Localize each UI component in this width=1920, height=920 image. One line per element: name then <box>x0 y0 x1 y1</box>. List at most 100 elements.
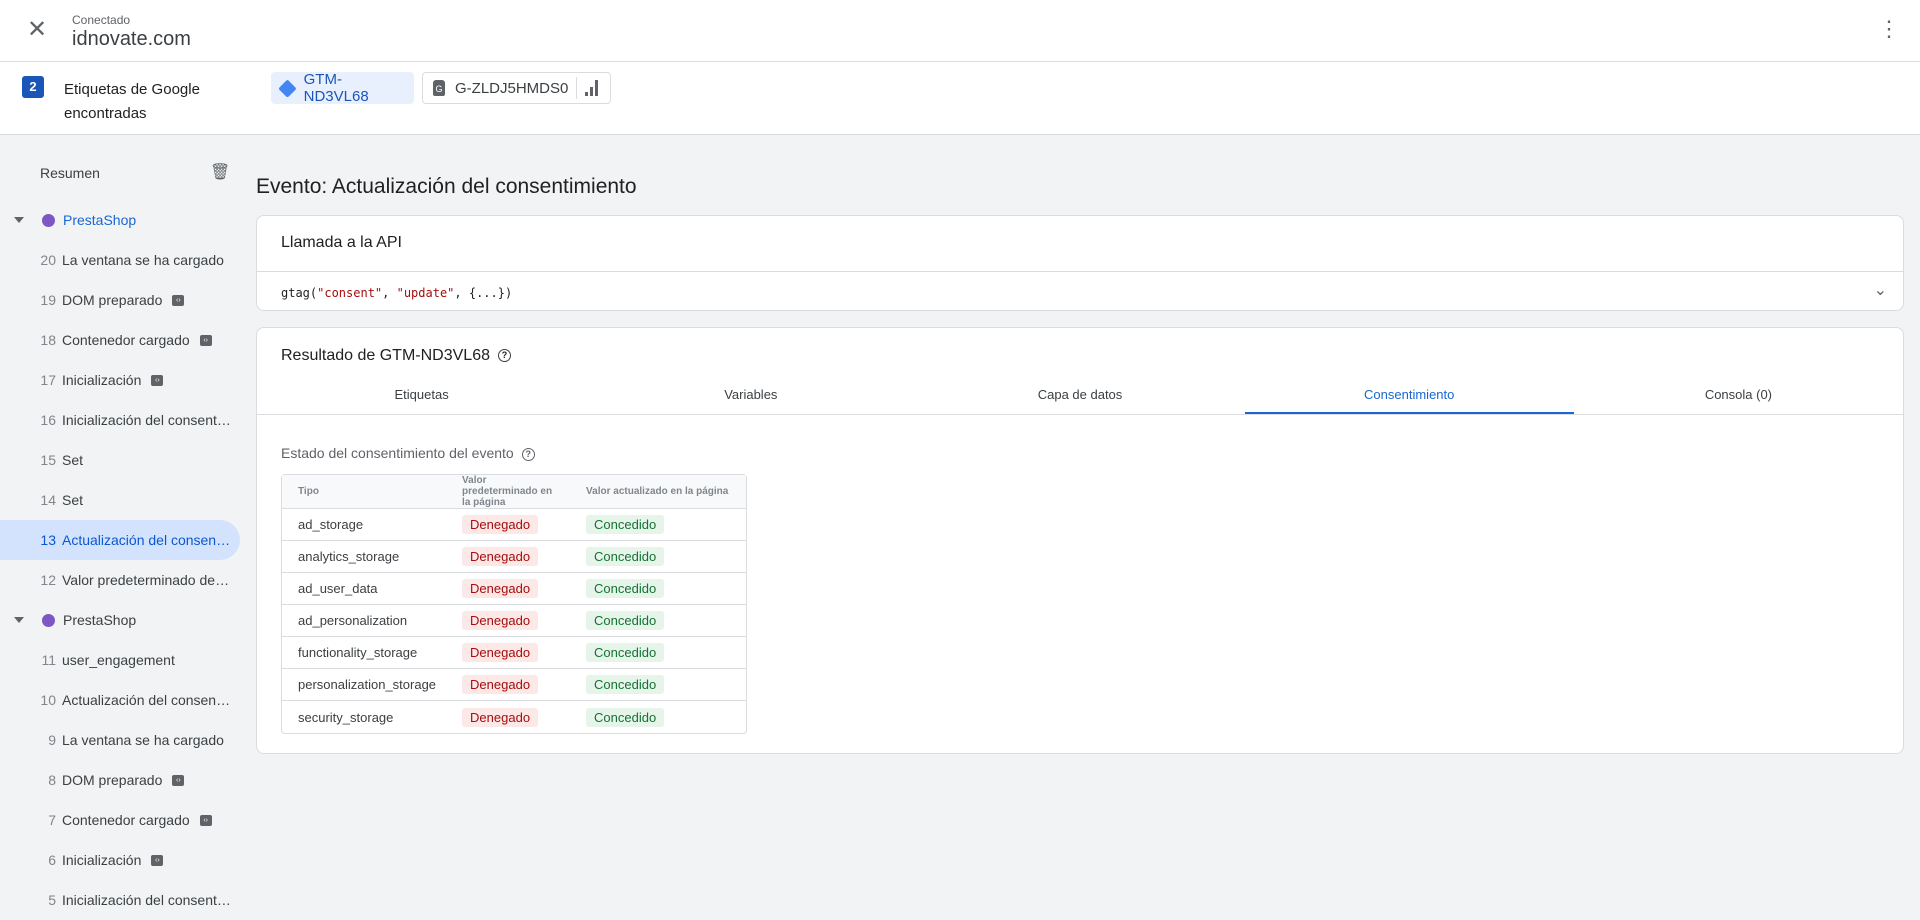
api-heading: Llamada a la API <box>281 234 402 251</box>
consent-type: ad_personalization <box>282 605 453 637</box>
tab-capa-de-datos[interactable]: Capa de datos <box>915 376 1244 414</box>
sidebar-event-item[interactable]: 15 Set <box>0 440 240 480</box>
expand-triangle-icon[interactable] <box>14 217 24 223</box>
event-label: Set <box>62 452 84 468</box>
help-icon[interactable]: ? <box>497 349 511 363</box>
result-heading: Resultado de GTM-ND3VL68? <box>281 347 511 365</box>
updated-cell: Concedido <box>570 669 746 701</box>
chip-label: GTM-ND3VL68 <box>303 71 369 105</box>
event-number: 20 <box>40 252 56 268</box>
code-fn: gtag( <box>281 286 318 300</box>
tab-consola-0[interactable]: Consola (0) <box>1574 376 1903 414</box>
event-number: 5 <box>48 892 56 908</box>
code-sep: , <box>382 286 397 300</box>
event-label: Actualización del consentimiento <box>62 532 232 548</box>
tags-found-label: Etiquetas de Google encontradas <box>64 81 200 122</box>
code-icon: ‹› <box>151 374 164 386</box>
help-icon[interactable]: ? <box>521 447 535 461</box>
event-label: La ventana se ha cargado <box>62 732 224 748</box>
chevron-down-icon[interactable]: ⌄ <box>1874 280 1887 300</box>
summary-link[interactable]: Resumen <box>40 165 100 181</box>
result-card: Resultado de GTM-ND3VL68? Etiquetas Varia… <box>256 327 1904 754</box>
divider <box>257 271 1903 272</box>
event-label: DOM preparado <box>62 292 163 308</box>
sidebar-event-item[interactable]: 10 Actualización del consentimiento <box>0 680 240 720</box>
sidebar-group[interactable]: PrestaShop <box>0 600 245 640</box>
code-icon: ‹› <box>199 334 212 346</box>
api-code: gtag("consent", "update", {...}) <box>281 286 512 300</box>
sidebar-event-item[interactable]: 6 Inicialización ‹› <box>0 840 240 880</box>
sidebar-event-item[interactable]: 12 Valor predeterminado del consentimient… <box>0 560 240 600</box>
table-row: ad_storage Denegado Concedido <box>282 509 746 541</box>
granted-badge: Concedido <box>586 611 665 630</box>
sidebar-event-item[interactable]: 13 Actualización del consentimiento <box>0 520 240 560</box>
sidebar-group[interactable]: PrestaShop <box>0 200 245 240</box>
default-cell: Denegado <box>452 541 571 573</box>
denied-badge: Denegado <box>462 675 539 694</box>
code-arg: "consent" <box>317 286 383 300</box>
event-label: Actualización del consentimiento <box>62 692 232 708</box>
chip-ga4[interactable]: G G-ZLDJ5HMDS0 <box>422 72 611 104</box>
default-cell: Denegado <box>452 509 571 541</box>
denied-badge: Denegado <box>462 611 539 630</box>
event-label: Contenedor cargado <box>62 812 190 828</box>
sidebar-event-item[interactable]: 14 Set <box>0 480 240 520</box>
page-title: Evento: Actualización del consentimiento <box>256 175 637 198</box>
code-icon: ‹› <box>172 294 185 306</box>
group-label: PrestaShop <box>63 612 137 628</box>
col-default: Valor predeterminado en la página <box>452 475 571 509</box>
event-number: 8 <box>48 772 56 788</box>
event-number: 9 <box>48 732 56 748</box>
sidebar-event-item[interactable]: 17 Inicialización ‹› <box>0 360 240 400</box>
result-heading-text: Resultado de GTM-ND3VL68 <box>281 347 490 364</box>
sidebar: Resumen 🗑 PrestaShop 20 La ventana se ha c… <box>0 135 245 911</box>
divider <box>576 77 578 99</box>
sidebar-event-item[interactable]: 18 Contenedor cargado ‹› <box>0 320 240 360</box>
event-label: DOM preparado <box>62 772 163 788</box>
event-label: user_engagement <box>62 652 175 668</box>
chip-gtm[interactable]: GTM-ND3VL68 <box>271 71 414 105</box>
sidebar-event-item[interactable]: 7 Contenedor cargado ‹› <box>0 800 240 840</box>
table-row: analytics_storage Denegado Concedido <box>282 541 746 573</box>
analytics-bars-icon <box>585 80 599 96</box>
event-number: 17 <box>40 372 56 388</box>
table-row: ad_user_data Denegado Concedido <box>282 573 746 605</box>
google-tag-icon: G <box>433 80 445 96</box>
sidebar-event-item[interactable]: 9 La ventana se ha cargado <box>0 720 240 760</box>
tab-variables[interactable]: Variables <box>586 376 915 414</box>
event-number: 11 <box>41 652 56 668</box>
event-label: Valor predeterminado del consentimiento <box>62 572 232 588</box>
default-cell: Denegado <box>452 669 571 701</box>
granted-badge: Concedido <box>586 579 665 598</box>
sidebar-event-item[interactable]: 8 DOM preparado ‹› <box>0 760 240 800</box>
code-icon: ‹› <box>172 774 185 786</box>
clear-trash-icon[interactable]: 🗑 <box>210 162 230 182</box>
consent-type: security_storage <box>298 709 394 725</box>
updated-cell: Concedido <box>570 701 746 733</box>
code-arg: "update" <box>396 286 455 300</box>
sidebar-event-item[interactable]: 16 Inicialización del consentimiento <box>0 400 240 440</box>
more-vert-icon[interactable]: ⋮ <box>1878 18 1900 40</box>
sidebar-event-item[interactable]: 20 La ventana se ha cargado <box>0 240 240 280</box>
event-number: 7 <box>48 812 56 828</box>
table-header: Tipo Valor predeterminado en la página V… <box>282 475 746 509</box>
event-label: Inicialización <box>62 372 142 388</box>
denied-badge: Denegado <box>462 707 539 727</box>
sidebar-event-item[interactable]: 19 DOM preparado ‹› <box>0 280 240 320</box>
granted-badge: Concedido <box>586 707 665 727</box>
denied-badge: Denegado <box>462 515 539 534</box>
sidebar-event-item[interactable]: 5 Inicialización del consentimiento <box>0 880 240 920</box>
granted-badge: Concedido <box>586 547 665 566</box>
close-icon[interactable]: ✕ <box>24 17 50 43</box>
expand-triangle-icon[interactable] <box>14 617 24 623</box>
consent-type: analytics_storage <box>282 541 453 573</box>
updated-cell: Concedido <box>570 605 746 637</box>
denied-badge: Denegado <box>462 547 539 566</box>
tab-etiquetas[interactable]: Etiquetas <box>257 376 586 414</box>
sidebar-event-item[interactable]: 11 user_engagement <box>0 640 240 680</box>
granted-badge: Concedido <box>586 515 665 534</box>
consent-type: functionality_storage <box>282 637 453 669</box>
tab-consentimiento[interactable]: Consentimiento <box>1244 376 1574 414</box>
table-row: personalization_storage Denegado Concedido <box>282 669 746 701</box>
event-number: 13 <box>40 532 56 548</box>
